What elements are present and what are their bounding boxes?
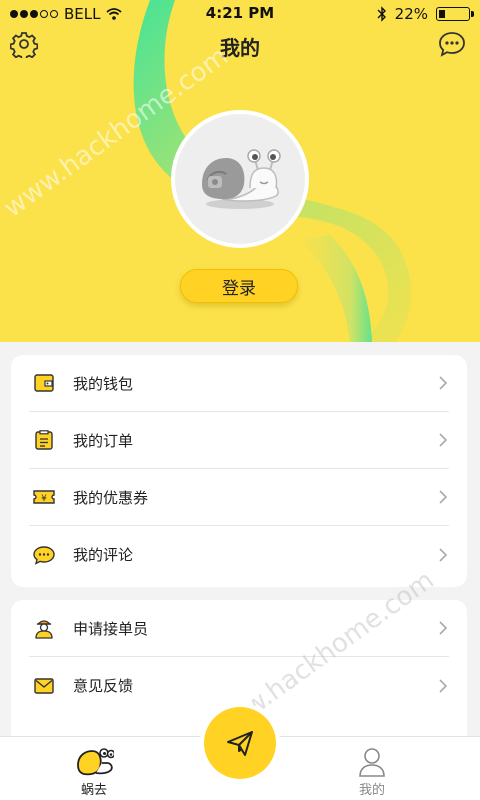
chevron-right-icon	[439, 678, 448, 693]
chevron-right-icon	[439, 621, 448, 635]
menu-item-label: 我的钱包	[73, 374, 134, 393]
menu-card-account: 我的钱包 我的订单 ¥ 我的优惠券 我的评论	[11, 355, 467, 587]
chevron-right-icon	[439, 376, 448, 390]
menu-item-label: 申请接单员	[73, 619, 149, 638]
menu-item-orders[interactable]: 我的订单	[29, 412, 449, 469]
svg-text:¥: ¥	[41, 494, 47, 504]
menu-item-apply-courier[interactable]: 申请接单员	[29, 600, 449, 657]
login-button[interactable]: 登录	[180, 269, 298, 303]
order-list-icon	[33, 429, 55, 451]
menu-item-coupons[interactable]: ¥ 我的优惠券	[29, 469, 449, 526]
messages-button[interactable]	[436, 28, 468, 60]
page-title: 我的	[220, 36, 260, 60]
menu-item-wallet[interactable]: 我的钱包	[29, 355, 449, 412]
menu-item-label: 我的订单	[73, 431, 134, 450]
snail-mascot-icon	[202, 149, 281, 209]
paper-plane-icon	[227, 731, 253, 756]
wallet-icon	[33, 372, 55, 394]
feedback-mail-icon	[33, 675, 55, 697]
user-profile-icon	[359, 748, 385, 777]
avatar[interactable]	[171, 110, 309, 248]
battery-fill	[439, 10, 445, 18]
snail-tab-icon	[77, 748, 114, 776]
tab-me[interactable]: 我的	[358, 747, 386, 798]
coupon-icon: ¥	[33, 486, 55, 508]
battery-percent: 22%	[394, 5, 428, 23]
menu-item-label: 意见反馈	[73, 677, 134, 695]
menu-item-label: 我的评论	[73, 546, 134, 564]
menu-item-comments[interactable]: 我的评论	[29, 526, 449, 583]
send-request-button[interactable]	[204, 707, 276, 779]
status-bar: BELL 4:21 PM 22%	[0, 0, 480, 28]
profile-header: BELL 4:21 PM 22% 我的 登录	[0, 0, 480, 342]
menu-item-label: 我的优惠券	[73, 488, 149, 507]
chevron-right-icon	[439, 547, 448, 562]
chat-bubble-icon	[439, 32, 465, 57]
tab-home[interactable]: 蜗去	[74, 747, 114, 798]
battery-icon	[436, 7, 474, 21]
courier-icon	[33, 617, 55, 639]
chevron-right-icon	[439, 490, 448, 504]
bluetooth-icon	[377, 6, 386, 22]
comment-icon	[33, 544, 55, 566]
tab-me-label: 我的	[358, 783, 385, 798]
chevron-right-icon	[439, 433, 448, 447]
tab-home-label: 蜗去	[80, 783, 107, 798]
menu-item-feedback[interactable]: 意见反馈	[29, 657, 449, 714]
